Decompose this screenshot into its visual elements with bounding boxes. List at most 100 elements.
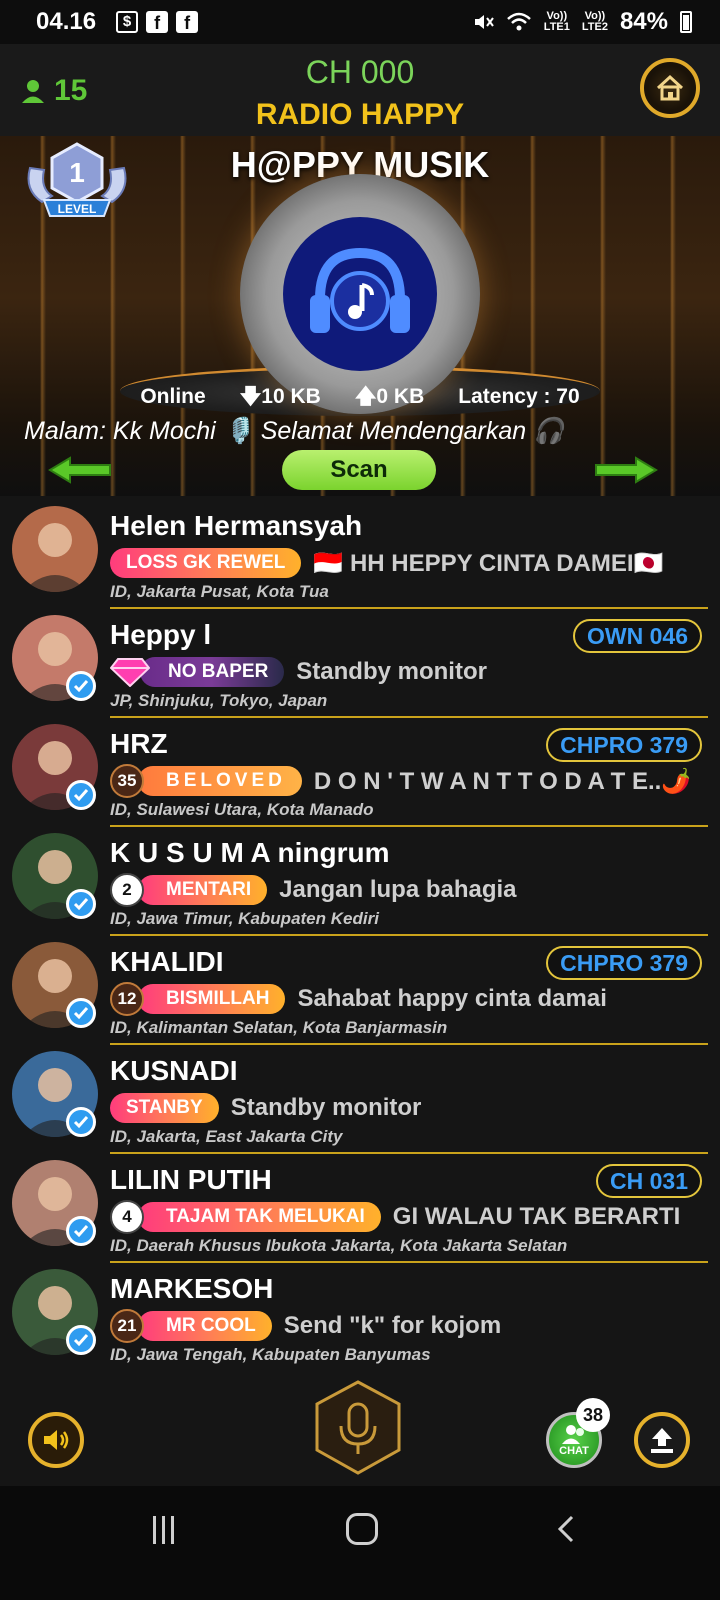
listener-status: Jangan lupa bahagia — [279, 876, 517, 903]
listener-status: Send "k" for kojom — [283, 1312, 502, 1339]
facebook-icon: f — [146, 11, 169, 33]
level-chip: 4 — [110, 1200, 144, 1234]
avatar[interactable] — [12, 506, 98, 592]
home-button[interactable] — [640, 58, 700, 118]
listener-location: ID, Kalimantan Selatan, Kota Banjarmasin — [110, 1018, 448, 1037]
verified-badge-icon — [66, 671, 96, 701]
listener-location: ID, Jawa Tengah, Kabupaten Banyumas — [110, 1345, 431, 1364]
channel-tag[interactable]: CHPRO 379 — [546, 946, 702, 980]
station-logo[interactable] — [240, 174, 480, 414]
listener-location: ID, Daerah Khusus Ibukota Jakarta, Kota … — [110, 1236, 568, 1255]
verified-badge-icon — [66, 1216, 96, 1246]
listener-row[interactable]: Heppy l OWN 046 NO BAPER Standby monitor JP,… — [0, 609, 720, 718]
running-text: Malam: Kk Mochi 🎙️ Selamat Mendengarkan … — [24, 417, 565, 445]
diamond-icon — [110, 658, 150, 687]
battery-level: 84% — [619, 8, 668, 35]
status-bar: 04.16 $ f f Vo)) LTE1 Vo)) LTE2 84% — [0, 0, 720, 44]
headphone-music-icon — [310, 247, 410, 333]
home-nav-icon[interactable] — [346, 1513, 378, 1545]
channel-number: CH 000 — [305, 54, 415, 90]
listener-row[interactable]: Helen Hermansyah LOSS GK REWEL 🇮🇩 HH HEPPY… — [0, 500, 720, 609]
verified-badge-icon — [66, 1325, 96, 1355]
upload-icon — [651, 1428, 673, 1453]
listener-row[interactable]: KHALIDI CHPRO 379 12 BISMILLAH Sahabat happy… — [0, 936, 720, 1045]
badge-line: 12 BISMILLAH Sahabat happy cinta damai — [110, 982, 607, 1016]
chat-label: CHAT — [559, 1445, 589, 1457]
listener-badge: BELOVED — [138, 766, 302, 796]
shopping-bag-icon: $ — [116, 11, 139, 33]
listener-name: Heppy l — [110, 619, 212, 650]
level-chip: 21 — [110, 1309, 144, 1343]
badge-line: 4 TAJAM TAK MELUKAI GI WALAU TAK BERARTI — [110, 1200, 681, 1234]
listener-location: JP, Shinjuku, Tokyo, Japan — [110, 691, 328, 710]
listener-row[interactable]: K U S U M A ningrum 2 MENTARI Jangan lupa b… — [0, 827, 720, 936]
download-stat: 🡇10 KB — [239, 385, 321, 408]
channel-tag[interactable]: CHPRO 379 — [546, 728, 702, 762]
upload-button[interactable] — [634, 1412, 690, 1468]
verified-badge-icon — [66, 1107, 96, 1137]
app-header: 15 CH 000 RADIO HAPPY — [0, 44, 720, 136]
listener-status: Standby monitor — [230, 1094, 422, 1121]
listener-row[interactable]: LILIN PUTIH CH 031 4 TAJAM TAK MELUKAI GI WA… — [0, 1154, 720, 1263]
listener-location: ID, Jawa Timur, Kabupaten Kediri — [110, 909, 379, 928]
channel-tag[interactable]: CH 031 — [596, 1164, 702, 1198]
upload-arrow-icon: 🡅 — [354, 385, 377, 408]
listener-location: ID, Sulawesi Utara, Kota Manado — [110, 800, 374, 819]
next-channel-arrow-icon[interactable] — [594, 456, 658, 484]
online-status: Online — [140, 385, 206, 408]
badge-line: 2 MENTARI Jangan lupa bahagia — [110, 873, 517, 907]
verified-badge-icon — [66, 998, 96, 1028]
listener-location: ID, Jakarta Pusat, Kota Tua — [110, 582, 329, 601]
badge-line: LOSS GK REWEL 🇮🇩 HH HEPPY CINTA DAMEI🇯🇵 — [110, 547, 663, 579]
verified-badge-icon — [66, 889, 96, 919]
facebook-icon: f — [176, 11, 199, 33]
listener-name: HRZ — [110, 728, 168, 759]
battery-icon — [680, 11, 692, 33]
listener-badge: MENTARI — [138, 875, 268, 905]
wifi-icon — [506, 12, 531, 31]
channel-tag[interactable]: OWN 046 — [573, 619, 702, 653]
listener-badge: STANBY — [110, 1093, 219, 1123]
previous-channel-arrow-icon[interactable] — [48, 456, 112, 484]
recent-apps-icon[interactable] — [148, 1516, 178, 1546]
level-chip: 35 — [110, 764, 144, 798]
listener-status: D O N ' T W A N T T O D A T E..🌶️ — [313, 767, 692, 795]
listener-list: Helen Hermansyah LOSS GK REWEL 🇮🇩 HH HEPPY… — [0, 500, 720, 1372]
speaker-icon — [44, 1430, 69, 1450]
listener-row[interactable]: KUSNADI STANBY Standby monitor ID, Jakarta,… — [0, 1045, 720, 1154]
listener-badge: TAJAM TAK MELUKAI — [138, 1202, 381, 1232]
latency-stat: Latency : 70 — [458, 385, 580, 408]
listener-row[interactable]: HRZ CHPRO 379 35 BELOVED D O N ' T W A N T T… — [0, 718, 720, 827]
listener-name: MARKESOH — [110, 1273, 274, 1304]
listener-badge: MR COOL — [138, 1311, 272, 1341]
listener-badge: LOSS GK REWEL — [110, 548, 302, 578]
radio-name: RADIO HAPPY — [255, 98, 465, 131]
chat-unread-badge: 38 — [576, 1398, 610, 1432]
channel-nav: Scan — [0, 448, 720, 492]
listener-name: K U S U M A ningrum — [110, 837, 390, 868]
listener-name: KUSNADI — [110, 1055, 238, 1086]
listener-status: Sahabat happy cinta damai — [297, 985, 607, 1012]
badge-line: NO BAPER Standby monitor — [110, 656, 487, 688]
system-navigation-bar — [0, 1486, 720, 1600]
level-chip: 12 — [110, 982, 144, 1016]
listener-status: GI WALAU TAK BERARTI — [392, 1203, 681, 1230]
scan-button[interactable]: Scan — [282, 450, 436, 490]
microphone-button[interactable] — [313, 1380, 403, 1475]
listener-status: 🇮🇩 HH HEPPY CINTA DAMEI🇯🇵 — [313, 549, 664, 577]
radio-stage: 1 LEVEL H@PPY MUSIK Online 🡇10 KB 🡅0 KB … — [0, 136, 720, 496]
stream-stats: Online 🡇10 KB 🡅0 KB Latency : 70 — [0, 380, 720, 414]
verified-badge-icon — [66, 780, 96, 810]
speaker-button[interactable] — [28, 1412, 84, 1468]
bottom-controls: CHAT 38 — [0, 1380, 720, 1485]
mute-icon — [474, 15, 494, 29]
status-time: 04.16 — [36, 8, 97, 35]
listener-name: Helen Hermansyah — [110, 510, 363, 541]
back-nav-icon[interactable] — [552, 1514, 582, 1544]
level-label: LEVEL — [58, 202, 97, 216]
listener-row[interactable]: MARKESOH 21 MR COOL Send "k" for kojom ID, J… — [0, 1263, 720, 1372]
signal-icon: Vo)) LTE2 — [581, 10, 608, 33]
badge-line: 35 BELOVED D O N ' T W A N T T O D A T E..… — [110, 764, 692, 798]
listener-name: LILIN PUTIH — [110, 1164, 272, 1195]
badge-line: 21 MR COOL Send "k" for kojom — [110, 1309, 502, 1343]
